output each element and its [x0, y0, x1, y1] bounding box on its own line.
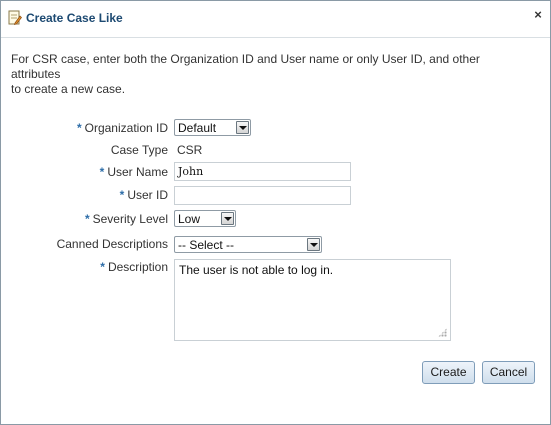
- create-button[interactable]: Create: [422, 361, 475, 384]
- resize-grip-icon[interactable]: [438, 328, 447, 337]
- canned-descriptions-value: -- Select --: [178, 238, 235, 252]
- close-icon[interactable]: ×: [531, 8, 545, 22]
- organization-id-select[interactable]: Default: [174, 119, 251, 136]
- case-type-value: CSR: [177, 143, 203, 157]
- dialog-titlebar: Create Case Like ×: [1, 1, 550, 38]
- create-case-like-dialog: Create Case Like × For CSR case, enter b…: [0, 0, 551, 425]
- user-id-input[interactable]: [174, 186, 351, 205]
- required-marker: *: [99, 165, 105, 179]
- required-marker: *: [119, 188, 125, 202]
- canned-descriptions-label: Canned Descriptions: [56, 237, 168, 251]
- dialog-title: Create Case Like: [26, 11, 123, 25]
- severity-level-value: Low: [178, 212, 201, 226]
- description-label: * Description: [100, 260, 168, 274]
- description-value: The user is not able to log in.: [179, 263, 334, 277]
- severity-level-label: * Severity Level: [84, 212, 168, 226]
- instructions-line-2: to create a new case.: [11, 82, 126, 96]
- document-edit-icon: [8, 10, 22, 26]
- severity-level-select[interactable]: Low: [174, 210, 236, 227]
- canned-descriptions-select[interactable]: -- Select --: [174, 236, 322, 253]
- organization-id-label: * Organization ID: [76, 121, 168, 135]
- user-name-label: * User Name: [99, 165, 168, 179]
- case-type-label: Case Type: [110, 143, 168, 157]
- chevron-down-icon[interactable]: [221, 212, 234, 225]
- required-marker: *: [100, 260, 105, 274]
- chevron-down-icon[interactable]: [236, 121, 249, 134]
- cancel-button[interactable]: Cancel: [482, 361, 535, 384]
- chevron-down-icon[interactable]: [307, 238, 320, 251]
- instructions-line-1: For CSR case, enter both the Organizatio…: [11, 52, 480, 81]
- required-marker: *: [84, 212, 90, 226]
- organization-id-value: Default: [178, 121, 217, 135]
- instructions-text: For CSR case, enter both the Organizatio…: [11, 52, 501, 97]
- required-marker: *: [76, 121, 82, 135]
- description-textarea[interactable]: The user is not able to log in.: [174, 259, 451, 341]
- user-id-label: * User ID: [119, 188, 168, 202]
- user-name-input[interactable]: John: [174, 162, 351, 181]
